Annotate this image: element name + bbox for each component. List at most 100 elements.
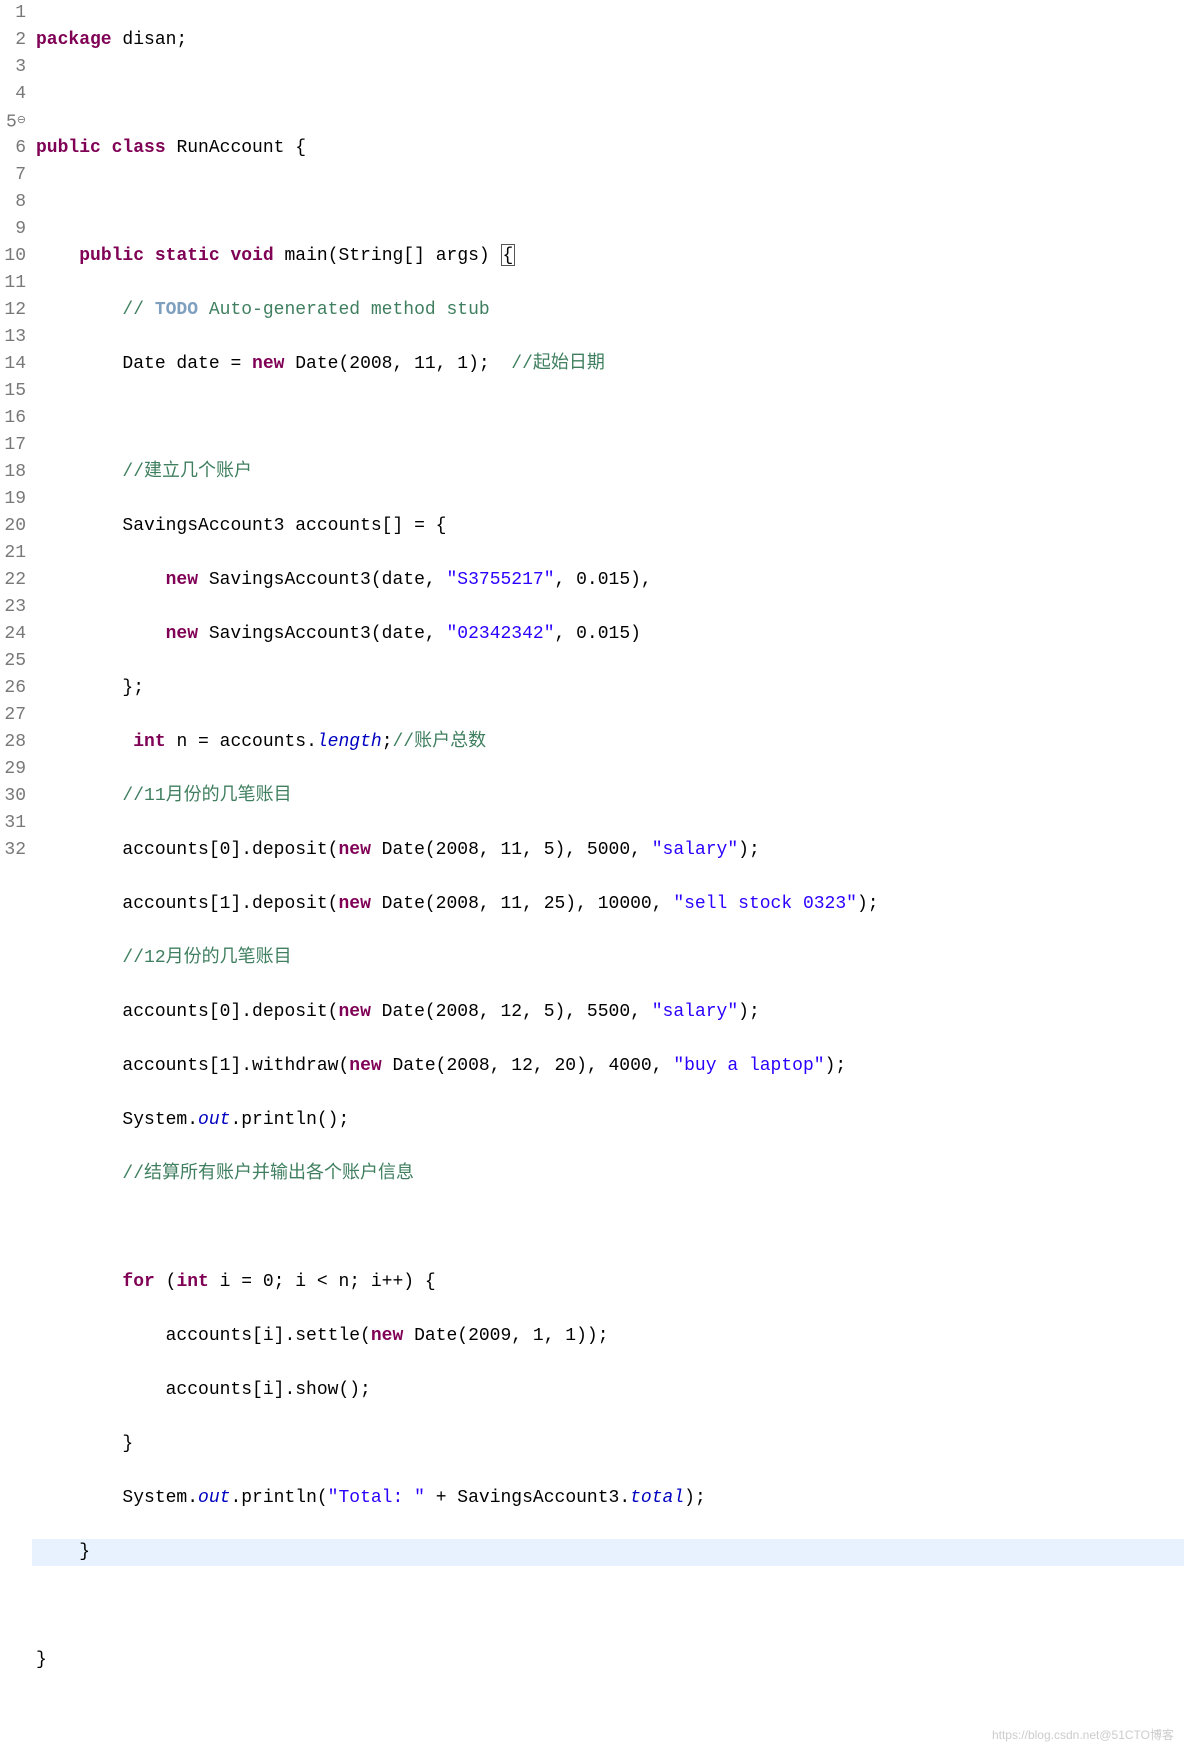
code-line[interactable]: new SavingsAccount3(date, "S3755217", 0.…: [36, 567, 1184, 594]
code-line[interactable]: package disan;: [36, 27, 1184, 54]
line-number[interactable]: 21: [0, 540, 26, 567]
code-line[interactable]: Date date = new Date(2008, 11, 1); //起始日…: [36, 351, 1184, 378]
line-number[interactable]: 26: [0, 675, 26, 702]
todo-tag: TODO: [155, 300, 198, 320]
line-number[interactable]: 10: [0, 243, 26, 270]
line-number[interactable]: 25: [0, 648, 26, 675]
code-line[interactable]: [36, 189, 1184, 216]
code-text: SavingsAccount3(date,: [198, 570, 446, 590]
line-number[interactable]: 28: [0, 729, 26, 756]
code-line[interactable]: [36, 1593, 1184, 1620]
code-line[interactable]: //建立几个账户: [36, 459, 1184, 486]
string-literal: "02342342": [446, 624, 554, 644]
line-number[interactable]: 24: [0, 621, 26, 648]
field: out: [198, 1488, 230, 1508]
comment: //账户总数: [393, 732, 487, 752]
code-line[interactable]: System.out.println();: [36, 1107, 1184, 1134]
line-number[interactable]: 8: [0, 189, 26, 216]
code-text: .println(: [230, 1488, 327, 1508]
code-line[interactable]: public static void main(String[] args) {: [36, 243, 1184, 270]
code-text: Date(2008, 12, 20), 4000,: [382, 1056, 674, 1076]
code-text: (: [155, 1272, 177, 1292]
line-number[interactable]: 27: [0, 702, 26, 729]
line-number[interactable]: 12: [0, 297, 26, 324]
code-line[interactable]: System.out.println("Total: " + SavingsAc…: [36, 1485, 1184, 1512]
line-number[interactable]: 3: [0, 54, 26, 81]
code-line[interactable]: //12月份的几笔账目: [36, 945, 1184, 972]
line-number[interactable]: 29: [0, 756, 26, 783]
code-line[interactable]: [36, 405, 1184, 432]
code-line[interactable]: for (int i = 0; i < n; i++) {: [36, 1269, 1184, 1296]
code-line[interactable]: //11月份的几笔账目: [36, 783, 1184, 810]
code-text: SavingsAccount3(date,: [198, 624, 446, 644]
code-line[interactable]: int n = accounts.length;//账户总数: [36, 729, 1184, 756]
line-number[interactable]: 14: [0, 351, 26, 378]
watermark-text: https://blog.csdn.net@51CTO博客: [992, 1722, 1174, 1749]
keyword: public: [36, 138, 101, 158]
line-number[interactable]: 16: [0, 405, 26, 432]
line-number[interactable]: 17: [0, 432, 26, 459]
code-line[interactable]: }: [36, 1431, 1184, 1458]
line-number[interactable]: 2: [0, 27, 26, 54]
code-line[interactable]: accounts[1].withdraw(new Date(2008, 12, …: [36, 1053, 1184, 1080]
code-line[interactable]: [36, 1215, 1184, 1242]
code-text: }: [36, 1650, 47, 1670]
code-line[interactable]: };: [36, 675, 1184, 702]
line-number[interactable]: 4: [0, 81, 26, 108]
code-line[interactable]: accounts[i].settle(new Date(2009, 1, 1))…: [36, 1323, 1184, 1350]
comment: //12月份的几笔账目: [122, 948, 291, 968]
line-number-gutter: 1 2 3 4 5⊖ 6 7 8 9 10 11 12 13 14 15 16 …: [0, 0, 32, 1755]
code-text: }: [79, 1542, 90, 1562]
line-number[interactable]: 31: [0, 810, 26, 837]
code-line[interactable]: new SavingsAccount3(date, "02342342", 0.…: [36, 621, 1184, 648]
line-number[interactable]: 19: [0, 486, 26, 513]
line-number[interactable]: 13: [0, 324, 26, 351]
code-line[interactable]: // TODO Auto-generated method stub: [36, 297, 1184, 324]
line-number[interactable]: 30: [0, 783, 26, 810]
code-text: );: [825, 1056, 847, 1076]
code-line[interactable]: accounts[i].show();: [36, 1377, 1184, 1404]
keyword: void: [230, 246, 273, 266]
line-number[interactable]: 32: [0, 837, 26, 864]
line-number[interactable]: 7: [0, 162, 26, 189]
fold-icon[interactable]: ⊖: [17, 115, 26, 127]
code-text: i = 0; i < n; i++) {: [209, 1272, 436, 1292]
comment: // TODO Auto-generated method stub: [122, 300, 489, 320]
code-line[interactable]: accounts[0].deposit(new Date(2008, 11, 5…: [36, 837, 1184, 864]
code-line[interactable]: accounts[0].deposit(new Date(2008, 12, 5…: [36, 999, 1184, 1026]
line-number[interactable]: 20: [0, 513, 26, 540]
line-number[interactable]: 5⊖: [0, 108, 26, 135]
code-text: SavingsAccount3 accounts[] = {: [122, 516, 446, 536]
line-number[interactable]: 6: [0, 135, 26, 162]
code-line[interactable]: //结算所有账户并输出各个账户信息: [36, 1161, 1184, 1188]
code-line[interactable]: SavingsAccount3 accounts[] = {: [36, 513, 1184, 540]
line-number[interactable]: 15: [0, 378, 26, 405]
code-text: RunAccount {: [166, 138, 306, 158]
keyword: class: [112, 138, 166, 158]
code-line[interactable]: }: [36, 1647, 1184, 1674]
keyword: static: [155, 246, 220, 266]
code-editor[interactable]: package disan; public class RunAccount {…: [32, 0, 1184, 1755]
line-number[interactable]: 22: [0, 567, 26, 594]
code-text: System.: [122, 1110, 198, 1130]
line-number[interactable]: 11: [0, 270, 26, 297]
line-number[interactable]: 1: [0, 0, 26, 27]
cursor-bracket: {: [501, 244, 516, 266]
keyword: public: [79, 246, 144, 266]
code-line[interactable]: public class RunAccount {: [36, 135, 1184, 162]
string-literal: "sell stock 0323": [673, 894, 857, 914]
keyword: new: [166, 624, 198, 644]
code-line[interactable]: [36, 81, 1184, 108]
code-text: accounts[i].show();: [166, 1380, 371, 1400]
comment: //建立几个账户: [122, 462, 252, 482]
code-line[interactable]: accounts[1].deposit(new Date(2008, 11, 2…: [36, 891, 1184, 918]
line-number[interactable]: 9: [0, 216, 26, 243]
code-text: accounts[0].deposit(: [122, 840, 338, 860]
code-text: accounts[0].deposit(: [122, 1002, 338, 1022]
line-number[interactable]: 18: [0, 459, 26, 486]
string-literal: "Total: ": [328, 1488, 425, 1508]
code-text: .println();: [230, 1110, 349, 1130]
code-text: }: [122, 1434, 133, 1454]
line-number[interactable]: 23: [0, 594, 26, 621]
code-line-highlighted[interactable]: }: [32, 1539, 1184, 1566]
